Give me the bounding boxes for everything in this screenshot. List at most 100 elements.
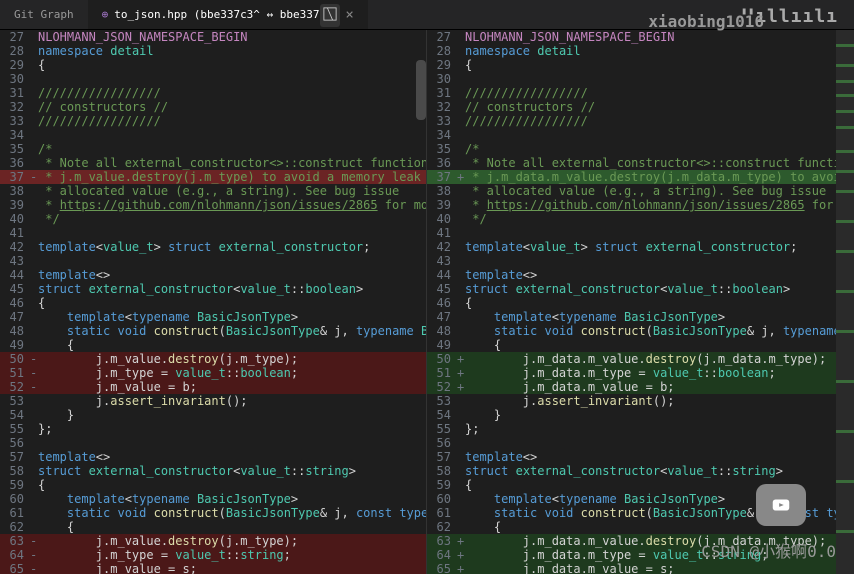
code-line[interactable]: 53 j.assert_invariant();: [0, 394, 426, 408]
code-content: * Note all external_constructor<>::const…: [38, 156, 426, 170]
code-content: struct external_constructor<value_t::str…: [465, 464, 854, 478]
code-line[interactable]: 33 /////////////////: [0, 114, 426, 128]
code-line[interactable]: 32 // constructors //: [427, 100, 854, 114]
code-line[interactable]: 65+ j.m_data.m_value = s;: [427, 562, 854, 574]
code-line[interactable]: 55 };: [427, 422, 854, 436]
diff-pane-left[interactable]: 27 NLOHMANN_JSON_NAMESPACE_BEGIN28 names…: [0, 30, 427, 574]
code-line[interactable]: 63- j.m_value.destroy(j.m_type);: [0, 534, 426, 548]
code-line[interactable]: 30: [0, 72, 426, 86]
line-number: 49: [427, 338, 457, 352]
diff-marker: [30, 520, 38, 534]
line-number: 58: [427, 464, 457, 478]
line-number: 65: [0, 562, 30, 574]
code-line[interactable]: 60 template<typename BasicJsonType>: [0, 492, 426, 506]
code-line[interactable]: 38 * allocated value (e.g., a string). S…: [427, 184, 854, 198]
code-line[interactable]: 43: [0, 254, 426, 268]
code-line[interactable]: 34: [0, 128, 426, 142]
line-number: 42: [0, 240, 30, 254]
code-line[interactable]: 61 static void construct(BasicJsonType& …: [0, 506, 426, 520]
code-line[interactable]: 29 {: [0, 58, 426, 72]
code-line[interactable]: 35 /*: [427, 142, 854, 156]
code-line[interactable]: 53 j.assert_invariant();: [427, 394, 854, 408]
code-line[interactable]: 50+ j.m_data.m_value.destroy(j.m_data.m_…: [427, 352, 854, 366]
code-line[interactable]: 58 struct external_constructor<value_t::…: [427, 464, 854, 478]
diff-marker: -: [30, 534, 38, 548]
code-line[interactable]: 57 template<>: [427, 450, 854, 464]
code-line[interactable]: 36 * Note all external_constructor<>::co…: [0, 156, 426, 170]
code-line[interactable]: 44 template<>: [427, 268, 854, 282]
code-line[interactable]: 30: [427, 72, 854, 86]
close-icon[interactable]: ×: [345, 7, 353, 23]
code-line[interactable]: 46 {: [0, 296, 426, 310]
code-line[interactable]: 38 * allocated value (e.g., a string). S…: [0, 184, 426, 198]
line-number: 33: [427, 114, 457, 128]
code-line[interactable]: 40 */: [0, 212, 426, 226]
code-line[interactable]: 28 namespace detail: [0, 44, 426, 58]
video-play-button[interactable]: [756, 484, 806, 526]
code-line[interactable]: 55 };: [0, 422, 426, 436]
code-line[interactable]: 41: [0, 226, 426, 240]
code-line[interactable]: 49 {: [427, 338, 854, 352]
line-number: 58: [0, 464, 30, 478]
code-line[interactable]: 65- j.m_value = s;: [0, 562, 426, 574]
code-line[interactable]: 57 template<>: [0, 450, 426, 464]
code-line[interactable]: 47 template<typename BasicJsonType>: [0, 310, 426, 324]
code-content: /////////////////: [38, 114, 426, 128]
code-line[interactable]: 49 {: [0, 338, 426, 352]
scrollbar[interactable]: [416, 60, 426, 120]
code-line[interactable]: 42 template<value_t> struct external_con…: [427, 240, 854, 254]
code-line[interactable]: 59 {: [0, 478, 426, 492]
code-line[interactable]: 42 template<value_t> struct external_con…: [0, 240, 426, 254]
minimap[interactable]: [836, 30, 854, 574]
code-line[interactable]: 39 * https://github.com/nlohmann/json/is…: [0, 198, 426, 212]
code-line[interactable]: 52+ j.m_data.m_value = b;: [427, 380, 854, 394]
code-line[interactable]: 45 struct external_constructor<value_t::…: [427, 282, 854, 296]
code-line[interactable]: 54 }: [427, 408, 854, 422]
code-line[interactable]: 56: [427, 436, 854, 450]
line-number: 39: [427, 198, 457, 212]
line-number: 60: [427, 492, 457, 506]
code-line[interactable]: 35 /*: [0, 142, 426, 156]
code-line[interactable]: 45 struct external_constructor<value_t::…: [0, 282, 426, 296]
code-line[interactable]: 52- j.m_value = b;: [0, 380, 426, 394]
code-line[interactable]: 44 template<>: [0, 268, 426, 282]
code-line[interactable]: 54 }: [0, 408, 426, 422]
preview-icon[interactable]: [320, 4, 340, 27]
minimap-mark: [836, 94, 854, 97]
code-line[interactable]: 28 namespace detail: [427, 44, 854, 58]
code-line[interactable]: 47 template<typename BasicJsonType>: [427, 310, 854, 324]
code-line[interactable]: 27 NLOHMANN_JSON_NAMESPACE_BEGIN: [427, 30, 854, 44]
code-line[interactable]: 64- j.m_type = value_t::string;: [0, 548, 426, 562]
code-content: NLOHMANN_JSON_NAMESPACE_BEGIN: [465, 30, 854, 44]
code-line[interactable]: 33 /////////////////: [427, 114, 854, 128]
code-line[interactable]: 37+ * j.m_data.m_value.destroy(j.m_data.…: [427, 170, 854, 184]
code-content: }: [38, 408, 426, 422]
code-line[interactable]: 50- j.m_value.destroy(j.m_type);: [0, 352, 426, 366]
code-line[interactable]: 37- * j.m_value.destroy(j.m_type) to avo…: [0, 170, 426, 184]
code-line[interactable]: 46 {: [427, 296, 854, 310]
code-content: {: [38, 296, 426, 310]
code-line[interactable]: 31 /////////////////: [0, 86, 426, 100]
code-line[interactable]: 56: [0, 436, 426, 450]
code-line[interactable]: 29 {: [427, 58, 854, 72]
code-line[interactable]: 51+ j.m_data.m_type = value_t::boolean;: [427, 366, 854, 380]
code-line[interactable]: 36 * Note all external_constructor<>::co…: [427, 156, 854, 170]
line-number: 49: [0, 338, 30, 352]
tab-git-graph[interactable]: Git Graph: [0, 0, 88, 29]
code-line[interactable]: 62 {: [0, 520, 426, 534]
code-line[interactable]: 31 /////////////////: [427, 86, 854, 100]
code-line[interactable]: 39 * https://github.com/nlohmann/json/is…: [427, 198, 854, 212]
diff-marker: [457, 310, 465, 324]
code-line[interactable]: 32 // constructors //: [0, 100, 426, 114]
code-line[interactable]: 58 struct external_constructor<value_t::…: [0, 464, 426, 478]
code-line[interactable]: 51- j.m_type = value_t::boolean;: [0, 366, 426, 380]
code-line[interactable]: 40 */: [427, 212, 854, 226]
code-line[interactable]: 43: [427, 254, 854, 268]
diff-marker: [457, 478, 465, 492]
code-line[interactable]: 41: [427, 226, 854, 240]
code-line[interactable]: 48 static void construct(BasicJsonType& …: [427, 324, 854, 338]
code-line[interactable]: 27 NLOHMANN_JSON_NAMESPACE_BEGIN: [0, 30, 426, 44]
code-line[interactable]: 48 static void construct(BasicJsonType& …: [0, 324, 426, 338]
code-line[interactable]: 34: [427, 128, 854, 142]
line-number: 37: [427, 170, 457, 184]
